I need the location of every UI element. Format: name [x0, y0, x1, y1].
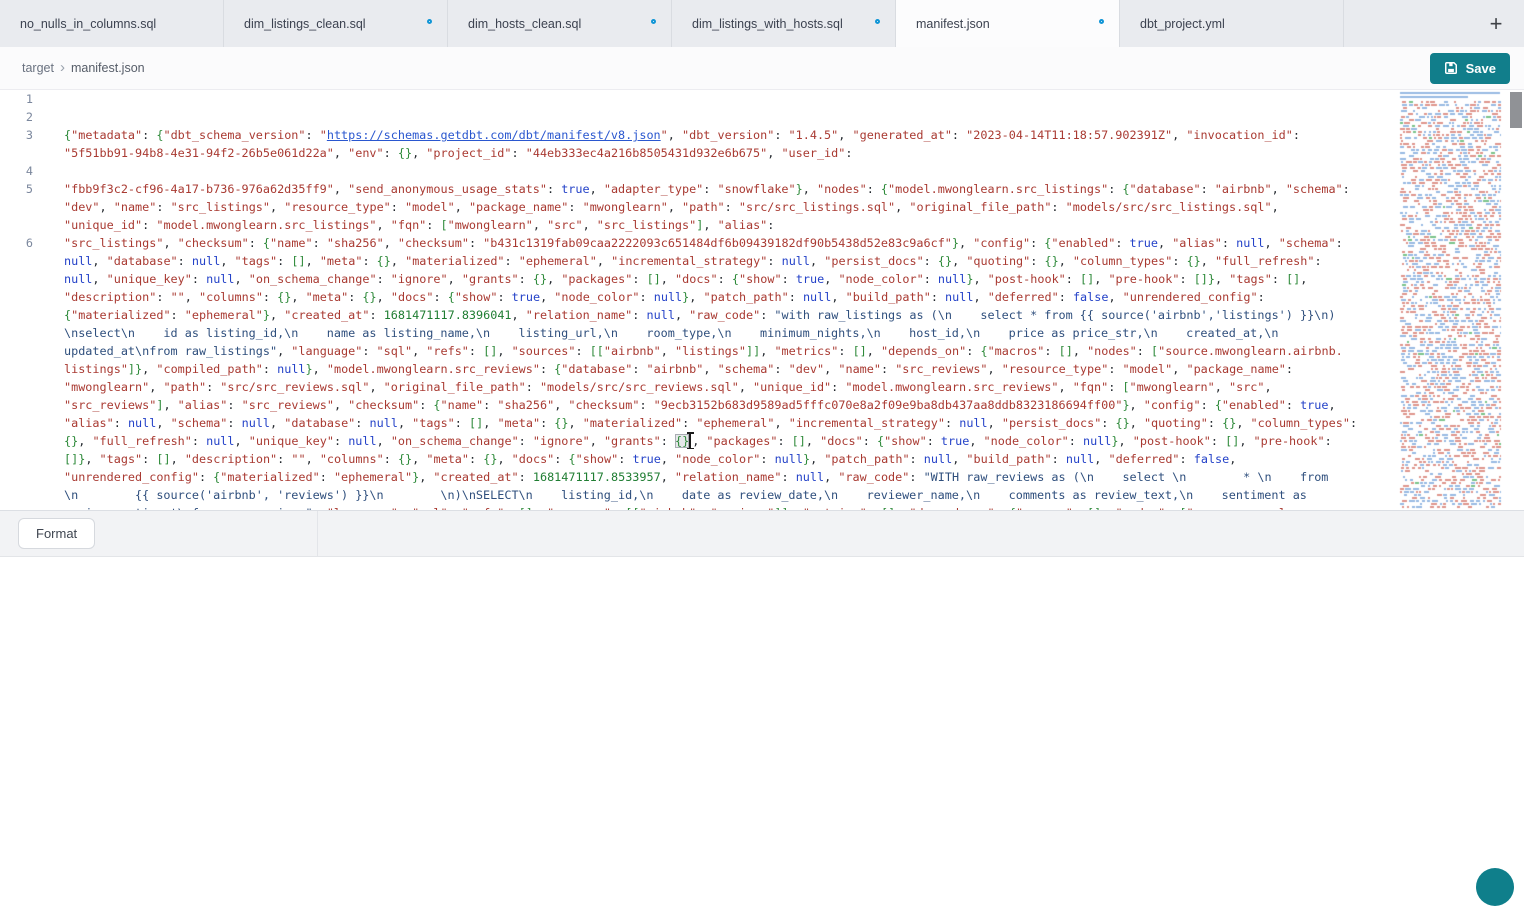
code-row: 5"fbb9f3c2-cf96-4a17-b736-976a62d35ff9",…	[0, 180, 1394, 198]
tab-dim_listings_clean.sql[interactable]: dim_listings_clean.sql	[224, 0, 448, 47]
tab-label: dim_listings_with_hosts.sql	[692, 17, 843, 31]
line-number	[0, 198, 46, 216]
chevron-right-icon: ›	[60, 60, 65, 75]
tab-no_nulls_in_columns.sql[interactable]: no_nulls_in_columns.sql	[0, 0, 224, 47]
code-row: {"materialized": "ephemeral"}, "created_…	[0, 306, 1394, 324]
code-row: listings"]}, "compiled_path": null}, "mo…	[0, 360, 1394, 378]
scrollbar[interactable]	[1508, 90, 1524, 510]
scrollbar-thumb[interactable]	[1510, 92, 1522, 128]
tab-label: manifest.json	[916, 17, 990, 31]
code-row: 1	[0, 90, 1394, 108]
minimap[interactable]	[1398, 90, 1506, 510]
tab-dim_hosts_clean.sql[interactable]: dim_hosts_clean.sql	[448, 0, 672, 47]
line-number	[0, 360, 46, 378]
line-number	[0, 450, 46, 468]
code-row: "unrendered_config": {"materialized": "e…	[0, 468, 1394, 486]
unsaved-dot-icon	[651, 19, 656, 24]
tab-dim_listings_with_hosts.sql[interactable]: dim_listings_with_hosts.sql	[672, 0, 896, 47]
line-number	[0, 396, 46, 414]
code-row: updated_at\nfrom raw_listings", "languag…	[0, 342, 1394, 360]
text-cursor	[689, 433, 691, 448]
code-row: null, "unique_key": null, "on_schema_cha…	[0, 270, 1394, 288]
code-row: "mwonglearn", "path": "src/src_reviews.s…	[0, 378, 1394, 396]
breadcrumb: target › manifest.json	[22, 61, 145, 76]
ide-root: no_nulls_in_columns.sql dim_listings_clea…	[0, 0, 1524, 875]
unsaved-dot-icon	[427, 19, 432, 24]
tab-label: dbt_project.yml	[1140, 17, 1225, 31]
code-row: 6"src_listings", "checksum": {"name": "s…	[0, 234, 1394, 252]
code-row: null, "database": null, "tags": [], "met…	[0, 252, 1394, 270]
save-button[interactable]: Save	[1430, 53, 1510, 84]
code-row: 3{"metadata": {"dbt_schema_version": "ht…	[0, 126, 1394, 144]
results-pane	[0, 557, 1524, 875]
line-number	[0, 324, 46, 342]
line-number: 4	[0, 162, 46, 180]
code-row: "description": "", "columns": {}, "meta"…	[0, 288, 1394, 306]
line-number: 2	[0, 108, 46, 126]
save-label: Save	[1466, 61, 1496, 76]
action-bar: Format	[0, 510, 1524, 557]
line-number: 3	[0, 126, 46, 144]
line-number	[0, 468, 46, 486]
breadcrumb-item-target[interactable]: target	[22, 61, 54, 75]
line-number	[0, 378, 46, 396]
code-row: 4	[0, 162, 1394, 180]
line-number: 6	[0, 234, 46, 252]
code-row: 2	[0, 108, 1394, 126]
tab-dbt_project.yml[interactable]: dbt_project.yml	[1120, 0, 1344, 47]
code-row: "alias": null, "schema": null, "database…	[0, 414, 1394, 432]
line-number	[0, 432, 46, 450]
code-row: \nselect\n id as listing_id,\n name as l…	[0, 324, 1394, 342]
help-fab[interactable]	[1476, 868, 1514, 906]
plus-icon: +	[1490, 11, 1503, 36]
line-number	[0, 486, 46, 504]
code-row: {}, "full_refresh": null, "unique_key": …	[0, 432, 1394, 450]
code-row: "dev", "name": "src_listings", "resource…	[0, 198, 1394, 216]
unsaved-dot-icon	[875, 19, 880, 24]
code-row: \n {{ source('airbnb', 'reviews') }}\n \…	[0, 486, 1394, 504]
breadcrumb-item-file[interactable]: manifest.json	[71, 61, 145, 75]
code-row: []}, "tags": [], "description": "", "col…	[0, 450, 1394, 468]
save-icon	[1444, 61, 1458, 75]
tab-label: dim_listings_clean.sql	[244, 17, 366, 31]
code-rows: 123{"metadata": {"dbt_schema_version": "…	[0, 90, 1524, 510]
line-number	[0, 288, 46, 306]
line-number: 1	[0, 90, 46, 108]
add-tab-button[interactable]: +	[1476, 0, 1516, 47]
tab-label: dim_hosts_clean.sql	[468, 17, 581, 31]
line-number	[0, 414, 46, 432]
code-row: "unique_id": "model.mwonglearn.src_listi…	[0, 216, 1394, 234]
line-number	[0, 252, 46, 270]
line-number	[0, 270, 46, 288]
code-row: "5f51bb91-94b8-4e31-94f2-26b5e061d22a", …	[0, 144, 1394, 162]
breadcrumb-bar: target › manifest.json Save	[0, 47, 1524, 90]
line-number	[0, 342, 46, 360]
code-row: "src_reviews"], "alias": "src_reviews", …	[0, 396, 1394, 414]
line-number	[0, 216, 46, 234]
line-number	[0, 144, 46, 162]
unsaved-dot-icon	[1099, 19, 1104, 24]
line-number: 5	[0, 180, 46, 198]
tab-label: no_nulls_in_columns.sql	[20, 17, 156, 31]
tab-manifest.json[interactable]: manifest.json	[896, 0, 1120, 47]
line-number	[0, 306, 46, 324]
format-button[interactable]: Format	[18, 518, 95, 549]
code-editor[interactable]: 123{"metadata": {"dbt_schema_version": "…	[0, 90, 1524, 510]
tab-bar: no_nulls_in_columns.sql dim_listings_clea…	[0, 0, 1524, 47]
pane-divider	[317, 511, 318, 556]
